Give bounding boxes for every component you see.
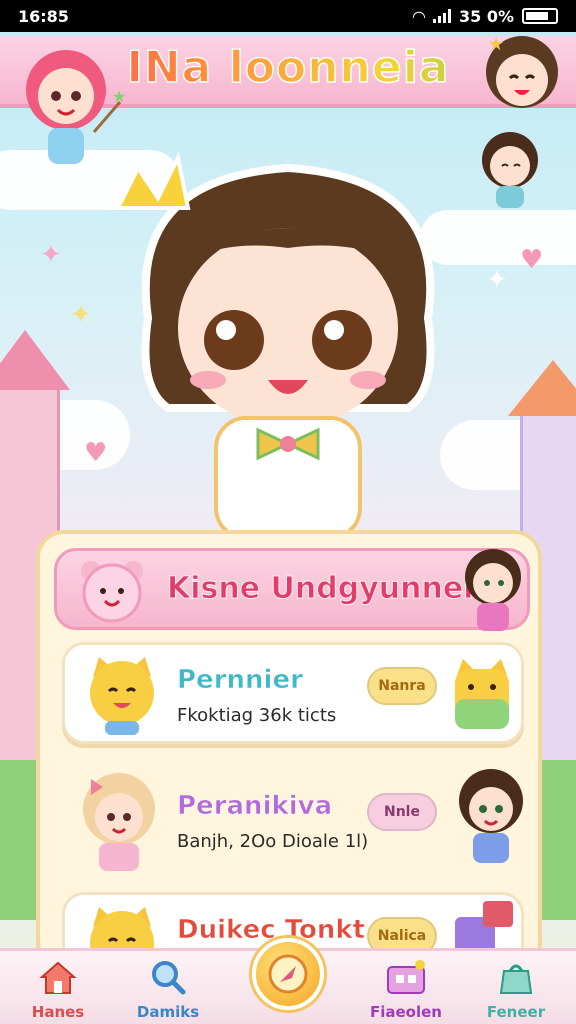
item-title: Pernnier bbox=[177, 665, 304, 696]
item-subtitle: Fkoktiag 36k ticts bbox=[177, 705, 337, 726]
panel-header: Kisne Undgyunnen bbox=[54, 548, 530, 631]
item-badge-button[interactable]: Nnle bbox=[367, 793, 437, 831]
wifi-icon: ◠ bbox=[412, 6, 425, 26]
nav-search[interactable]: Damiks bbox=[118, 959, 218, 1021]
content-panel: Kisne Undgyunnen Pernnier Fkoktiag 36k t… bbox=[36, 530, 542, 970]
center-action-button[interactable] bbox=[252, 938, 324, 1010]
list-item[interactable]: Pernnier Fkoktiag 36k ticts Nanra bbox=[62, 642, 524, 744]
yellow-cat-icon bbox=[90, 657, 154, 735]
svg-text:★: ★ bbox=[488, 34, 504, 55]
heart-icon: ♥ bbox=[84, 438, 108, 468]
home-icon bbox=[39, 961, 77, 994]
search-icon bbox=[152, 961, 186, 995]
item-title: Peranikiva bbox=[177, 791, 333, 822]
status-time: 16:85 bbox=[18, 6, 69, 26]
status-bar: 16:85 ◠ 35 0% bbox=[0, 0, 576, 32]
signal-icon bbox=[433, 9, 451, 23]
boy-waving-icon bbox=[459, 769, 523, 863]
nav-bag[interactable]: Feneer bbox=[466, 959, 566, 1021]
bear-icon bbox=[81, 561, 143, 623]
nav-bag-label: Feneer bbox=[486, 1003, 546, 1021]
nav-shop-label: Fiaeolen bbox=[370, 1003, 442, 1021]
list-item[interactable]: Peranikiva Banjh, 2Oo Dioale 1l) Nnle bbox=[62, 768, 524, 871]
shop-icon bbox=[387, 960, 425, 994]
sparkle-icon: ✦ bbox=[486, 265, 508, 295]
blonde-girl-icon bbox=[83, 773, 155, 871]
item-title: Duikec Tonkt bbox=[177, 915, 366, 946]
battery-icon bbox=[522, 8, 558, 24]
item-badge-button[interactable]: Nanra bbox=[367, 667, 437, 705]
nav-shop[interactable]: Fiaeolen bbox=[356, 959, 456, 1021]
item-subtitle: Banjh, 2Oo Dioale 1l) bbox=[177, 831, 369, 852]
toast-cat-icon bbox=[455, 659, 509, 729]
svg-text:★: ★ bbox=[112, 87, 126, 106]
nav-home-label: Hanes bbox=[31, 1003, 85, 1021]
cat-girl-avatar[interactable] bbox=[470, 124, 550, 214]
bag-icon bbox=[499, 964, 533, 994]
sparkle-icon: ✦ bbox=[70, 300, 92, 330]
battery-text: 35 0% bbox=[459, 6, 514, 26]
girl-waving-icon bbox=[465, 549, 521, 631]
nav-home[interactable]: Hanes bbox=[8, 959, 108, 1021]
castle-right-roof bbox=[508, 360, 576, 416]
main-character-girl[interactable] bbox=[108, 118, 468, 538]
compass-icon bbox=[268, 954, 308, 994]
boy-avatar-top-right[interactable]: ★ bbox=[474, 30, 570, 120]
nav-search-label: Damiks bbox=[136, 1003, 200, 1021]
sparkle-icon: ✦ bbox=[40, 240, 62, 270]
castle-left-roof bbox=[0, 330, 70, 390]
panel-title: Kisne Undgyunnen bbox=[167, 571, 485, 607]
heart-icon: ♥ bbox=[520, 245, 544, 275]
